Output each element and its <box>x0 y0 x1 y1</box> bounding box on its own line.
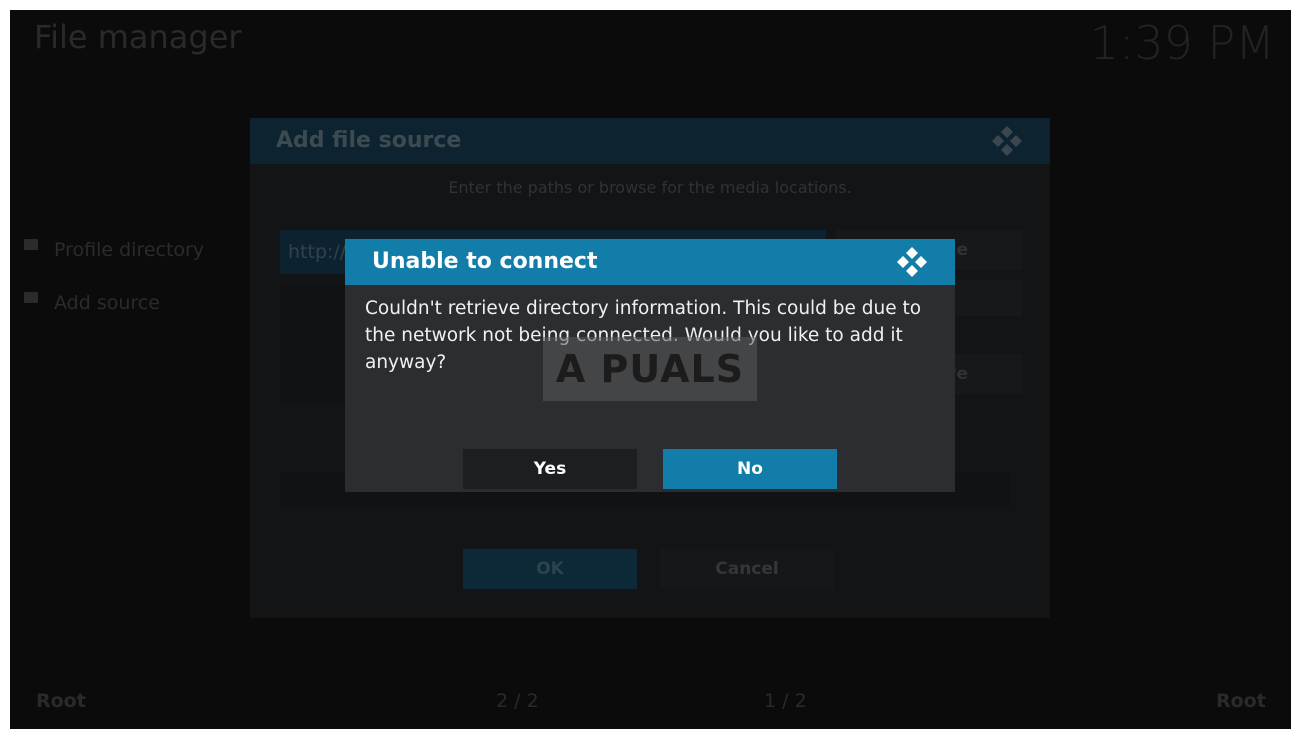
kodi-screen: File manager 1:39 PM Profile directory A… <box>10 10 1291 729</box>
ok-button[interactable]: OK <box>463 549 637 589</box>
modal-header: Unable to connect <box>345 239 955 285</box>
footer-left-page: 2 / 2 <box>496 690 539 712</box>
watermark-text: A PUALS <box>555 347 745 391</box>
kodi-logo-icon <box>992 126 1022 156</box>
modal-title: Unable to connect <box>372 249 598 274</box>
footer-right-label: Root <box>1216 690 1266 712</box>
page-title: File manager <box>34 18 242 56</box>
cancel-button[interactable]: Cancel <box>660 549 834 589</box>
clock: 1:39 PM <box>1089 16 1275 70</box>
yes-button[interactable]: Yes <box>463 449 637 489</box>
footer-left-label: Root <box>36 690 86 712</box>
sidebar-item-label: Add source <box>54 292 160 314</box>
unable-to-connect-dialog: Unable to connect Couldn't retrieve dire… <box>345 239 955 492</box>
sidebar-item-label: Profile directory <box>54 239 205 261</box>
dialog-header: Add file source <box>250 118 1050 164</box>
footer-right-page: 1 / 2 <box>764 690 807 712</box>
no-button[interactable]: No <box>663 449 837 489</box>
dialog-title: Add file source <box>276 128 462 153</box>
kodi-logo-icon <box>897 247 927 277</box>
watermark-logo: A PUALS <box>543 337 757 401</box>
folder-icon <box>24 238 38 250</box>
dialog-instructions: Enter the paths or browse for the media … <box>448 178 852 197</box>
sidebar-item-add-source[interactable]: Add source <box>24 288 160 318</box>
sidebar-item-profile-directory[interactable]: Profile directory <box>24 235 204 265</box>
folder-icon <box>24 291 38 303</box>
